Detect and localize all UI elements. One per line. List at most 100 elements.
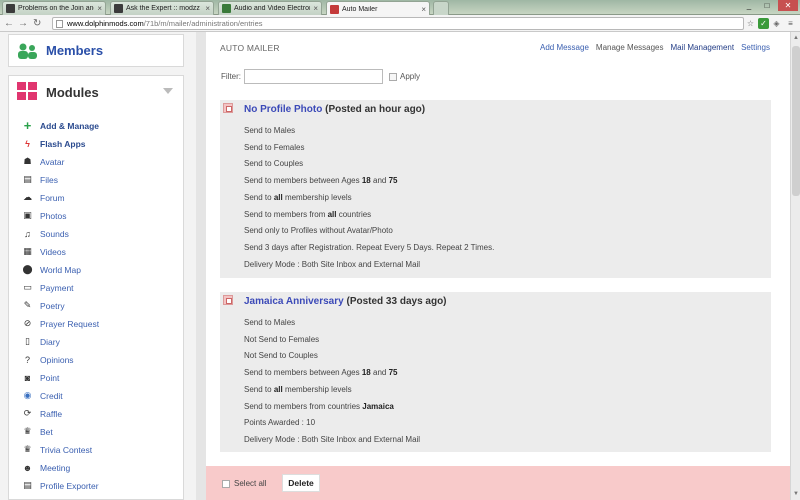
sidebar-item-prayer-request[interactable]: ⊘ Prayer Request — [22, 318, 99, 329]
sidebar-item-label: Add & Manage — [40, 120, 100, 131]
sidebar-item-trivia-contest[interactable]: ♛ Trivia Contest — [22, 444, 92, 455]
entry-rule-text: Send to Couples — [244, 159, 304, 169]
sidebar-item-credit[interactable]: ◉ Credit — [22, 390, 63, 401]
maximize-button[interactable]: □ — [758, 0, 776, 11]
close-icon[interactable]: × — [421, 5, 426, 14]
sidebar-item-videos[interactable]: ▦ Videos — [22, 246, 66, 257]
browser-tab[interactable]: Ask the Expert :: modzz × — [110, 1, 214, 15]
close-icon[interactable]: × — [205, 4, 210, 13]
entry-rule-line: Send to members from countries Jamaica — [244, 402, 394, 411]
entry-rule-line: Send to all membership levels — [244, 193, 352, 202]
meeting-icon: ☻ — [22, 462, 33, 473]
dolphin-favicon-icon — [6, 4, 15, 13]
sidebar-item-meeting[interactable]: ☻ Meeting — [22, 462, 71, 473]
chevron-down-icon[interactable] — [163, 88, 173, 95]
browser-tab-active[interactable]: Auto Mailer × — [326, 1, 430, 16]
entry-posted-time: (Posted 33 days ago) — [346, 296, 447, 307]
close-icon[interactable]: × — [313, 4, 318, 13]
entry-rule-text: Not Send to Females — [244, 334, 320, 344]
add-message-link[interactable]: Add Message — [540, 43, 589, 52]
url-path: /71b/m/mailer/administration/entries — [143, 19, 263, 28]
sidebar-item-label: Trivia Contest — [40, 444, 93, 455]
mailer-entry: No Profile Photo (Posted an hour ago) Sen… — [220, 100, 771, 278]
back-arrow-icon[interactable]: ← — [4, 18, 14, 29]
settings-link[interactable]: Settings — [741, 43, 770, 52]
sidebar-item-profile-exporter[interactable]: ▤ Profile Exporter — [22, 480, 99, 491]
paperclip-icon: ⊘ — [23, 318, 32, 328]
entry-name-link[interactable]: Jamaica Anniversary — [244, 296, 344, 307]
url-field[interactable]: www.dolphinmods.com/71b/m/mailer/adminis… — [52, 17, 744, 30]
members-icon — [18, 43, 37, 59]
entry-rule-text: Send to Females — [244, 142, 305, 152]
sidebar-item-forum[interactable]: ☁ Forum — [22, 192, 65, 203]
sidebar-item-files[interactable]: ▤ Files — [22, 174, 58, 185]
sidebar-item-label: Raffle — [40, 408, 63, 419]
sidebar-item-bet[interactable]: ♛ Bet — [22, 426, 52, 437]
sidebar-item-point[interactable]: ◙ Point — [22, 372, 60, 383]
sidebar-item-payment[interactable]: ▭ Payment — [22, 282, 74, 293]
members-title[interactable]: Members — [46, 43, 103, 58]
sidebar-item-diary[interactable]: ▯ Diary — [22, 336, 60, 347]
sidebar-item-poetry[interactable]: ✎ Poetry — [22, 300, 65, 311]
scroll-thumb[interactable] — [792, 46, 800, 196]
entry-posted-time: (Posted an hour ago) — [325, 104, 426, 115]
sidebar-item-label: Profile Exporter — [40, 480, 99, 491]
browser-tab[interactable]: Audio and Video Electron × — [218, 1, 322, 15]
entry-rule-text: Send to — [244, 384, 274, 394]
window-close-button[interactable]: ✕ — [778, 0, 798, 11]
sidebar-item-avatar[interactable]: ☗ Avatar — [22, 156, 64, 167]
entry-rule-line: Send to Couples — [244, 159, 303, 168]
entry-title: No Profile Photo (Posted an hour ago) — [244, 104, 425, 115]
sidebar-item-raffle[interactable]: ⟳ Raffle — [22, 408, 62, 419]
sidebar-item-flash-apps[interactable]: ϟ Flash Apps — [22, 138, 86, 149]
forum-icon: ☁ — [23, 192, 32, 202]
reload-icon[interactable]: ↻ — [33, 18, 41, 29]
entry-name-link[interactable]: No Profile Photo — [244, 104, 322, 115]
entry-rule-line: Send to members between Ages 18 and 75 — [244, 368, 397, 377]
trophy-icon: ♛ — [23, 426, 32, 436]
entry-rule-text: Send only to Profiles without Avatar/Pho… — [244, 226, 393, 236]
entry-title: Jamaica Anniversary (Posted 33 days ago) — [244, 296, 447, 307]
sidebar-item-world-map[interactable]: ⬤ World Map — [22, 264, 81, 275]
sidebar-item-label: Diary — [40, 336, 60, 347]
forward-arrow-icon[interactable]: → — [18, 18, 28, 29]
entry-rule-line: Not Send to Couples — [244, 351, 318, 360]
delete-button[interactable]: Delete — [282, 474, 320, 492]
sidebar-item-label: Prayer Request — [40, 318, 100, 329]
entry-rule-text: Send to Males — [244, 126, 296, 135]
entry-checkbox[interactable] — [223, 103, 233, 113]
manage-messages-link[interactable]: Manage Messages — [596, 43, 664, 52]
sidebar-item-label: Meeting — [40, 462, 71, 473]
sidebar-item-label: Flash Apps — [40, 138, 86, 149]
menu-icon[interactable]: ≡ — [785, 18, 796, 29]
scroll-down-icon[interactable]: ▼ — [791, 489, 800, 499]
browser-tab[interactable]: Problems on the Join and × — [2, 1, 106, 15]
sidebar-item-add-manage[interactable]: + Add & Manage — [22, 118, 100, 133]
close-icon[interactable]: × — [97, 4, 102, 13]
entry-checkbox[interactable] — [223, 295, 233, 305]
extension-icon[interactable]: ◈ — [771, 18, 782, 29]
page-scrollbar[interactable]: ▲ ▼ — [790, 32, 800, 500]
sidebar-item-sounds[interactable]: ♫ Sounds — [22, 228, 69, 239]
mail-management-link[interactable]: Mail Management — [671, 43, 735, 52]
scroll-up-icon[interactable]: ▲ — [791, 33, 800, 43]
sidebar-item-label: Payment — [40, 282, 74, 293]
plus-icon: + — [23, 118, 32, 133]
apply-label: Apply — [400, 72, 421, 81]
entry-rule-line: Send only to Profiles without Avatar/Pho… — [244, 226, 393, 235]
star-icon[interactable]: ☆ — [745, 18, 756, 29]
sidebar-item-opinions[interactable]: ? Opinions — [22, 354, 74, 365]
credit-icon: ◉ — [23, 390, 32, 400]
select-all-checkbox[interactable] — [222, 480, 230, 488]
entry-rule-line: Send to Males — [244, 126, 295, 135]
minimize-button[interactable]: _ — [740, 0, 758, 11]
extension-icon[interactable]: ✓ — [758, 18, 769, 29]
page-gutter — [196, 32, 206, 500]
sidebar-item-photos[interactable]: ▣ Photos — [22, 210, 66, 221]
new-tab-button[interactable] — [433, 1, 449, 15]
apply-checkbox[interactable] — [389, 73, 397, 81]
filter-input[interactable] — [244, 69, 383, 84]
entry-rule-text: Send 3 days after Registration. Repeat E… — [244, 242, 495, 252]
members-box: Members — [8, 34, 184, 67]
raffle-icon: ⟳ — [23, 408, 32, 418]
